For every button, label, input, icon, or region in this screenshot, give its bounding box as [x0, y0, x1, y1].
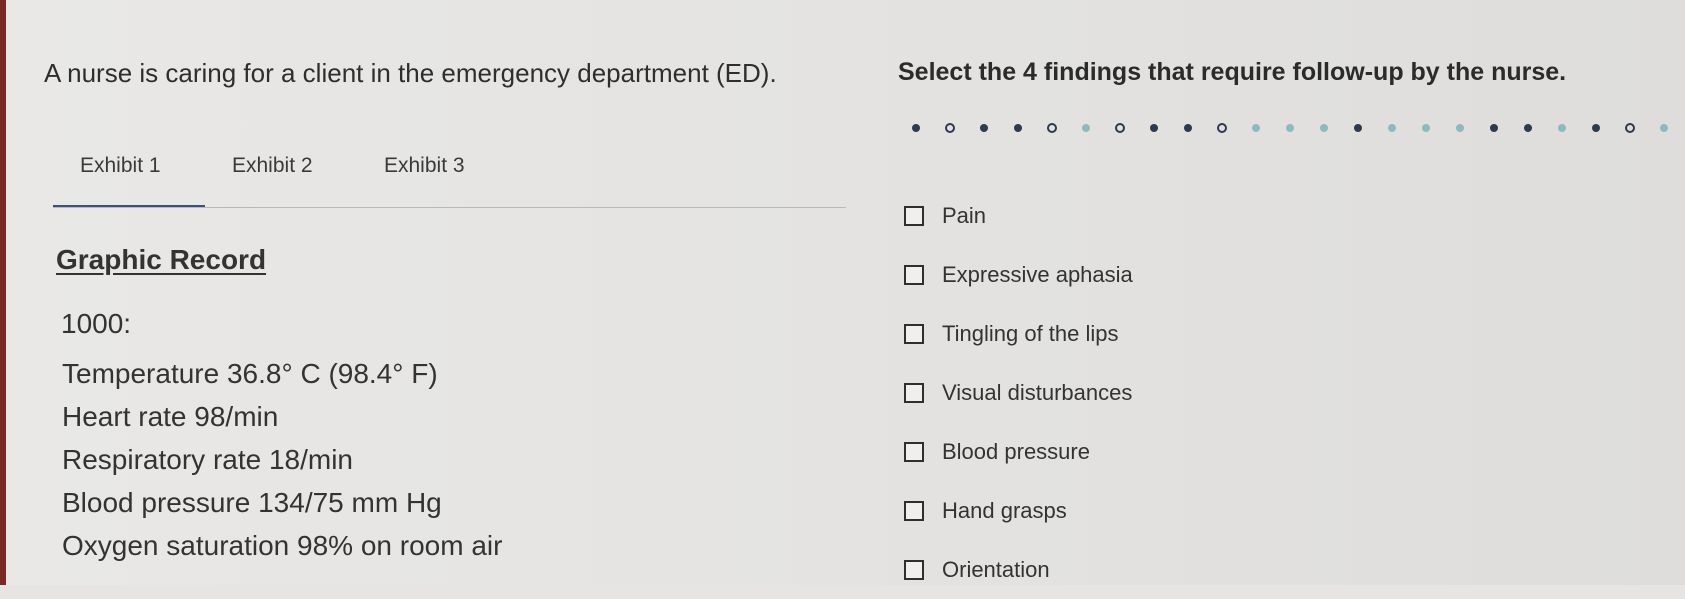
separator-dot: [980, 124, 988, 132]
option-blood-pressure[interactable]: Blood pressure: [904, 422, 1133, 481]
record-time: 1000:: [61, 308, 132, 339]
checkbox-blood-pressure[interactable]: [904, 441, 924, 462]
separator-dot: [1014, 124, 1022, 132]
separator-dot: [1625, 123, 1635, 133]
separator-dot: [1252, 124, 1260, 132]
separator-dot: [1592, 124, 1600, 132]
option-label: Expressive aphasia: [942, 261, 1133, 287]
option-label: Pain: [942, 202, 987, 228]
separator-dot: [1047, 123, 1057, 133]
separator-dot: [1082, 124, 1090, 132]
separator-dot: [1354, 124, 1362, 132]
checkbox-visual-disturbances[interactable]: [904, 382, 924, 403]
option-expressive-aphasia[interactable]: Expressive aphasia: [904, 245, 1133, 304]
tab-exhibit-1[interactable]: Exhibit 1: [53, 148, 205, 208]
separator-dot: [1150, 124, 1158, 132]
vital-temperature: Temperature 36.8° C (98.4° F): [62, 358, 438, 389]
separator-dot: [1490, 124, 1498, 132]
option-label: Tingling of the lips: [942, 320, 1119, 346]
option-pain[interactable]: Pain: [904, 186, 1133, 245]
tab-divider: [53, 207, 846, 208]
vital-heart-rate: Heart rate 98/min: [62, 401, 279, 432]
separator-dot: [1286, 124, 1294, 132]
separator-dot: [1184, 124, 1192, 132]
exhibit-tabs: Exhibit 1 Exhibit 2 Exhibit 3: [53, 148, 509, 208]
checkbox-pain[interactable]: [904, 205, 924, 226]
separator-dot: [1422, 124, 1430, 132]
vital-blood-pressure: Blood pressure 134/75 mm Hg: [62, 487, 442, 518]
separator-dot: [912, 124, 920, 132]
case-stem: A nurse is caring for a client in the em…: [44, 58, 777, 88]
checkbox-orientation[interactable]: [904, 559, 924, 580]
option-tingling-of-the-lips[interactable]: Tingling of the lips: [904, 304, 1133, 363]
separator-dot: [1558, 124, 1566, 132]
separator-dot: [1660, 124, 1668, 132]
vital-signs-list: Temperature 36.8° C (98.4° F) Heart rate…: [62, 352, 502, 567]
tab-exhibit-3[interactable]: Exhibit 3: [357, 148, 509, 208]
tab-exhibit-2[interactable]: Exhibit 2: [205, 148, 357, 208]
findings-options: Pain Expressive aphasia Tingling of the …: [904, 186, 1133, 599]
separator-dot: [945, 123, 955, 133]
record-title: Graphic Record: [56, 244, 267, 275]
vital-respiratory-rate: Respiratory rate 18/min: [62, 444, 354, 475]
question-prompt: Select the 4 findings that require follo…: [898, 58, 1567, 86]
option-label: Visual disturbances: [942, 379, 1133, 405]
option-visual-disturbances[interactable]: Visual disturbances: [904, 363, 1133, 422]
separator-dot: [1217, 123, 1227, 133]
dotted-separator: [912, 123, 1668, 133]
checkbox-tingling-of-the-lips[interactable]: [904, 323, 924, 344]
question-page: A nurse is caring for a client in the em…: [6, 0, 1685, 585]
option-hand-grasps[interactable]: Hand grasps: [904, 481, 1133, 540]
separator-dot: [1456, 124, 1464, 132]
vital-oxygen-saturation: Oxygen saturation 98% on room air: [62, 530, 503, 561]
separator-dot: [1115, 123, 1125, 133]
option-label: Hand grasps: [942, 497, 1067, 523]
option-orientation[interactable]: Orientation: [904, 540, 1133, 599]
separator-dot: [1524, 124, 1532, 132]
option-label: Blood pressure: [942, 438, 1090, 464]
separator-dot: [1388, 124, 1396, 132]
checkbox-expressive-aphasia[interactable]: [904, 264, 924, 285]
separator-dot: [1320, 124, 1328, 132]
option-label: Orientation: [942, 556, 1050, 582]
checkbox-hand-grasps[interactable]: [904, 500, 924, 521]
